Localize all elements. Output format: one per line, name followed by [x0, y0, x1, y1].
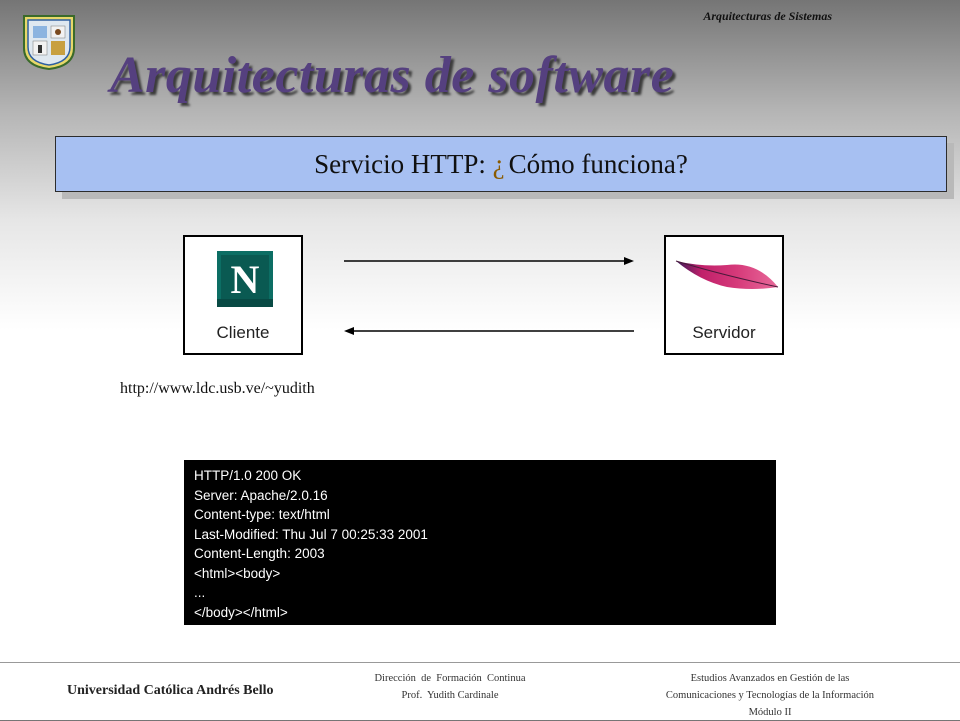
footer-department-line: Dirección de Formación Continua: [374, 673, 526, 684]
client-node: N Cliente: [183, 235, 303, 355]
server-label: Servidor: [692, 323, 756, 342]
netscape-n-icon: N: [217, 251, 273, 307]
response-line: Last-Modified: Thu Jul 7 00:25:33 2001: [194, 526, 428, 542]
slide-subtitle: Servicio HTTP: ¿ Cómo funciona?: [55, 136, 947, 192]
server-node: Servidor: [664, 235, 784, 355]
response-line: Content-type: text/html: [194, 507, 330, 522]
university-logo-icon: [23, 15, 75, 70]
footer-professor-line: Prof. Yudith Cardinale: [401, 690, 499, 701]
http-response-block: HTTP/1.0 200 OK Server: Apache/2.0.16 Co…: [184, 460, 776, 625]
response-line: ...: [194, 585, 206, 600]
apache-feather-icon: [675, 260, 779, 289]
request-response-arrows: [344, 257, 634, 335]
footer-university: Universidad Católica Andrés Bello: [67, 683, 274, 698]
response-arrowhead: [344, 327, 354, 335]
footer-module: Módulo II: [748, 707, 792, 718]
response-line: </body></html>: [194, 604, 288, 620]
subtitle-question-mark: ¿: [492, 148, 505, 179]
response-line: Server: Apache/2.0.16: [194, 487, 328, 503]
request-arrowhead: [624, 257, 634, 265]
footer-department: Dirección de Formación Continua Prof. Yu…: [340, 670, 560, 704]
footer-divider: [0, 662, 960, 663]
footer-program: Estudios Avanzados en Gestión de las Com…: [610, 670, 930, 721]
response-line: HTTP/1.0 200 OK: [194, 468, 302, 483]
subtitle-prefix: Servicio HTTP:: [314, 148, 493, 179]
client-label: Cliente: [216, 323, 270, 342]
response-line: <html><body>: [194, 565, 281, 581]
subtitle-suffix: Cómo funciona?: [508, 148, 688, 179]
footer-program-line-1: Estudios Avanzados en Gestión de las: [690, 673, 850, 684]
request-url: http://www.ldc.usb.ve/~yudith: [120, 380, 315, 397]
page-title: Arquitecturas de software: [110, 47, 675, 104]
footer-program-line-2: Comunicaciones y Tecnologías de la Infor…: [665, 690, 875, 701]
svg-text:N: N: [231, 257, 260, 302]
course-name: Arquitecturas de Sistemas: [703, 9, 832, 23]
response-line: Content-Length: 2003: [194, 546, 325, 561]
